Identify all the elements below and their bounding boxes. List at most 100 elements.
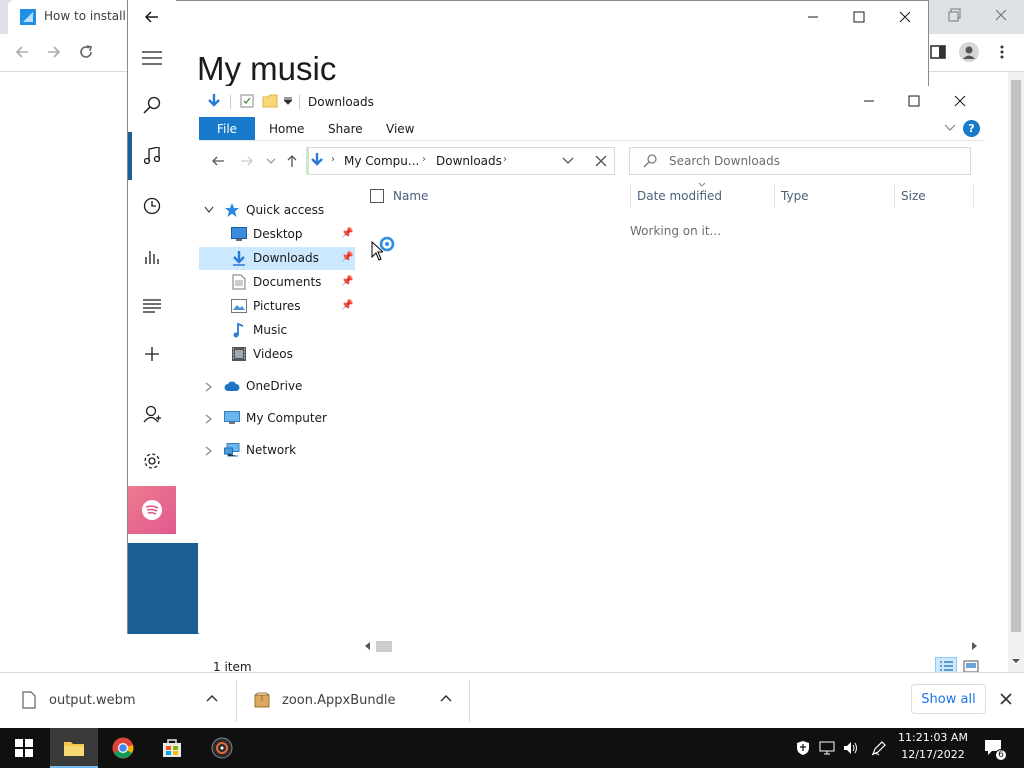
add-playlist-icon[interactable] bbox=[128, 334, 176, 374]
tree-item-videos[interactable]: Videos bbox=[231, 343, 293, 365]
security-shield-icon[interactable] bbox=[796, 740, 810, 756]
new-folder-icon[interactable] bbox=[262, 93, 278, 109]
pen-workspace-icon[interactable] bbox=[871, 740, 887, 756]
close-shelf-icon[interactable] bbox=[1000, 693, 1012, 705]
column-header-date-modified[interactable]: Date modified bbox=[637, 189, 722, 203]
pin-icon[interactable]: 📌 bbox=[341, 276, 353, 287]
qat-separator bbox=[230, 95, 231, 109]
qat-dropdown-icon[interactable] bbox=[284, 97, 292, 105]
ribbon-tab-view[interactable]: View bbox=[386, 122, 414, 136]
crumb-separator-icon[interactable]: › bbox=[331, 154, 335, 165]
forward-icon[interactable] bbox=[46, 44, 62, 60]
browser-tab-title: How to install A bbox=[44, 9, 138, 23]
show-all-button[interactable]: Show all bbox=[911, 684, 986, 714]
scroll-down-arrow-icon[interactable] bbox=[1011, 656, 1021, 666]
horizontal-scrollbar[interactable] bbox=[360, 638, 982, 655]
pin-icon[interactable]: 📌 bbox=[341, 300, 353, 311]
spotify-promo-tile[interactable] bbox=[128, 486, 176, 534]
help-button[interactable]: ? bbox=[963, 120, 980, 137]
expand-quick-access-chevron-icon[interactable] bbox=[204, 206, 214, 214]
search-input[interactable]: Search Downloads bbox=[669, 154, 780, 168]
tree-item-pictures[interactable]: Pictures bbox=[231, 295, 301, 317]
download-item-output-webm[interactable]: output.webm bbox=[22, 684, 136, 716]
now-playing-bars-icon[interactable] bbox=[128, 236, 176, 276]
recent-clock-icon[interactable] bbox=[128, 186, 176, 226]
back-icon[interactable] bbox=[14, 44, 30, 60]
search-icon[interactable] bbox=[128, 85, 176, 125]
explorer-close-button[interactable] bbox=[937, 88, 983, 114]
address-dropdown-chevron-icon[interactable] bbox=[562, 157, 574, 165]
tree-item-network[interactable]: Network bbox=[224, 439, 296, 461]
download-options-chevron-icon[interactable] bbox=[206, 694, 218, 702]
column-divider[interactable] bbox=[630, 184, 631, 208]
menu-kebab-icon[interactable] bbox=[996, 44, 1008, 60]
music-minimize-button[interactable] bbox=[790, 4, 836, 30]
restore-icon[interactable] bbox=[948, 8, 962, 22]
tree-item-quick-access[interactable]: Quick access bbox=[224, 199, 324, 221]
side-panel-icon[interactable] bbox=[930, 44, 946, 60]
properties-check-icon[interactable] bbox=[240, 94, 254, 108]
tree-item-desktop[interactable]: Desktop bbox=[231, 223, 303, 245]
taskbar-chrome[interactable] bbox=[99, 728, 147, 768]
taskbar-groove-music[interactable] bbox=[198, 728, 246, 768]
column-header-type[interactable]: Type bbox=[781, 189, 809, 203]
taskbar-store[interactable] bbox=[148, 728, 196, 768]
tree-item-documents[interactable]: Documents bbox=[231, 271, 321, 293]
breadcrumb-downloads[interactable]: Downloads bbox=[436, 154, 502, 168]
tree-item-my-computer[interactable]: My Computer bbox=[224, 407, 327, 429]
expand-my-computer-chevron-icon[interactable] bbox=[205, 414, 213, 424]
network-status-icon[interactable] bbox=[819, 741, 835, 755]
explorer-minimize-button[interactable] bbox=[846, 88, 892, 114]
pin-icon[interactable]: 📌 bbox=[341, 228, 353, 239]
clock-date[interactable]: 12/17/2022 bbox=[893, 748, 973, 761]
groove-disc-icon bbox=[211, 737, 233, 759]
column-divider[interactable] bbox=[774, 184, 775, 208]
account-person-icon[interactable] bbox=[128, 394, 176, 434]
ribbon-tab-home[interactable]: Home bbox=[269, 122, 304, 136]
clock-time[interactable]: 11:21:03 AM bbox=[893, 731, 973, 744]
horizontal-scroll-thumb[interactable] bbox=[376, 641, 392, 652]
music-maximize-button[interactable] bbox=[836, 4, 882, 30]
crumb-separator-icon[interactable]: › bbox=[503, 154, 507, 165]
up-folder-icon[interactable] bbox=[284, 153, 300, 169]
music-note-icon[interactable] bbox=[128, 136, 176, 176]
download-item-zoon-appxbundle[interactable]: zoon.AppxBundle bbox=[254, 684, 395, 716]
volume-speaker-icon[interactable] bbox=[843, 741, 859, 755]
tree-item-downloads[interactable]: Downloads bbox=[231, 247, 319, 269]
expand-ribbon-chevron-icon[interactable] bbox=[944, 124, 956, 132]
ribbon-tab-file[interactable]: File bbox=[199, 117, 255, 140]
explorer-forward-icon[interactable] bbox=[239, 153, 255, 169]
crumb-separator-icon[interactable]: › bbox=[422, 154, 426, 165]
profile-avatar-icon[interactable] bbox=[959, 42, 979, 62]
start-button[interactable] bbox=[0, 728, 48, 768]
breadcrumb-my-computer[interactable]: My Compu... bbox=[344, 154, 419, 168]
browser-scroll-thumb[interactable] bbox=[1011, 80, 1021, 632]
tree-item-music[interactable]: Music bbox=[231, 319, 287, 341]
settings-gear-icon[interactable] bbox=[128, 441, 176, 481]
explorer-back-icon[interactable] bbox=[210, 153, 226, 169]
column-divider[interactable] bbox=[973, 184, 974, 208]
scroll-right-arrow-icon[interactable] bbox=[971, 641, 979, 651]
playlist-icon[interactable] bbox=[128, 286, 176, 326]
reload-icon[interactable] bbox=[78, 44, 94, 60]
browser-close-icon[interactable] bbox=[994, 8, 1008, 22]
scroll-left-arrow-icon[interactable] bbox=[363, 641, 371, 651]
recent-locations-chevron-icon[interactable] bbox=[266, 157, 276, 165]
select-all-checkbox[interactable] bbox=[370, 189, 384, 203]
download-options-chevron-icon[interactable] bbox=[440, 694, 452, 702]
tree-item-onedrive[interactable]: OneDrive bbox=[224, 375, 302, 397]
column-header-name[interactable]: Name bbox=[393, 189, 428, 203]
stop-loading-x-icon[interactable] bbox=[594, 154, 608, 168]
column-divider[interactable] bbox=[894, 184, 895, 208]
pin-icon[interactable]: 📌 bbox=[341, 252, 353, 263]
expand-network-chevron-icon[interactable] bbox=[205, 446, 213, 456]
windows-logo-icon bbox=[15, 739, 33, 757]
explorer-maximize-button[interactable] bbox=[891, 88, 937, 114]
expand-onedrive-chevron-icon[interactable] bbox=[205, 382, 213, 392]
music-back-icon[interactable] bbox=[144, 9, 160, 25]
ribbon-tab-share[interactable]: Share bbox=[328, 122, 363, 136]
hamburger-menu-icon[interactable] bbox=[128, 38, 176, 78]
music-close-button[interactable] bbox=[882, 4, 928, 30]
taskbar-file-explorer[interactable] bbox=[50, 728, 98, 768]
column-header-size[interactable]: Size bbox=[901, 189, 926, 203]
